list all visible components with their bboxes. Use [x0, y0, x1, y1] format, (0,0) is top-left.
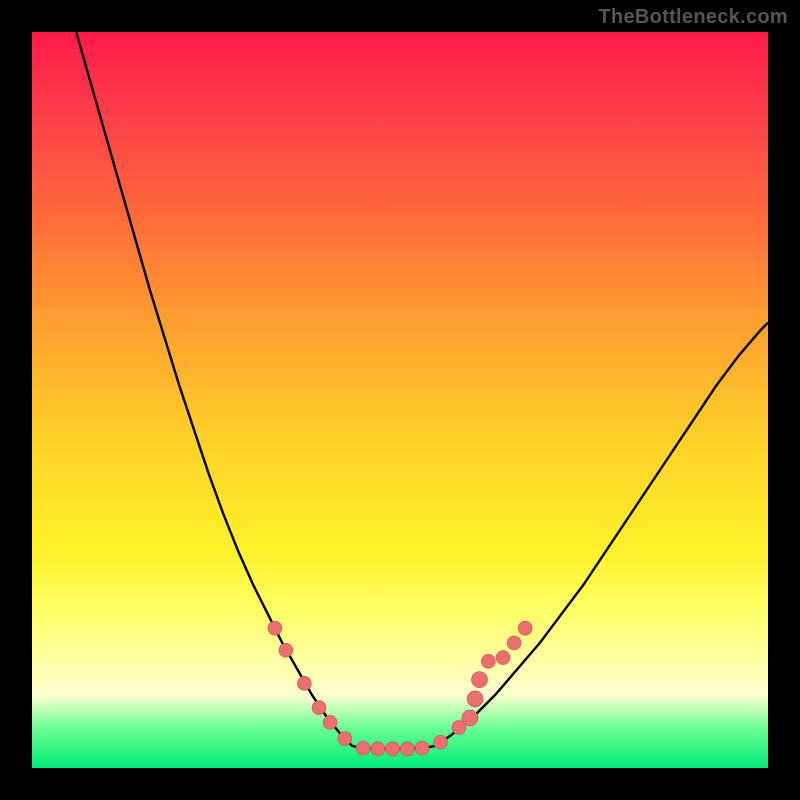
data-marker: [297, 676, 311, 690]
data-marker: [386, 742, 400, 756]
data-marker: [452, 721, 466, 735]
data-marker: [312, 701, 326, 715]
data-marker: [338, 732, 352, 746]
data-marker: [471, 672, 487, 688]
data-marker: [507, 636, 521, 650]
data-marker: [268, 621, 282, 635]
data-marker: [415, 741, 429, 755]
data-marker: [356, 741, 370, 755]
plot-area: [32, 32, 768, 768]
bottleneck-curve: [76, 32, 768, 749]
data-marker: [518, 621, 532, 635]
data-marker: [433, 735, 447, 749]
data-marker: [496, 651, 510, 665]
data-marker: [371, 742, 385, 756]
data-marker: [481, 654, 495, 668]
marker-group: [268, 621, 532, 756]
data-marker: [467, 691, 483, 707]
watermark-text: TheBottleneck.com: [598, 6, 788, 29]
curve-group: [76, 32, 768, 749]
data-marker: [462, 710, 478, 726]
data-marker: [279, 643, 293, 657]
data-marker: [323, 715, 337, 729]
chart-container: TheBottleneck.com: [0, 0, 800, 800]
chart-svg: [32, 32, 768, 768]
data-marker: [400, 742, 414, 756]
